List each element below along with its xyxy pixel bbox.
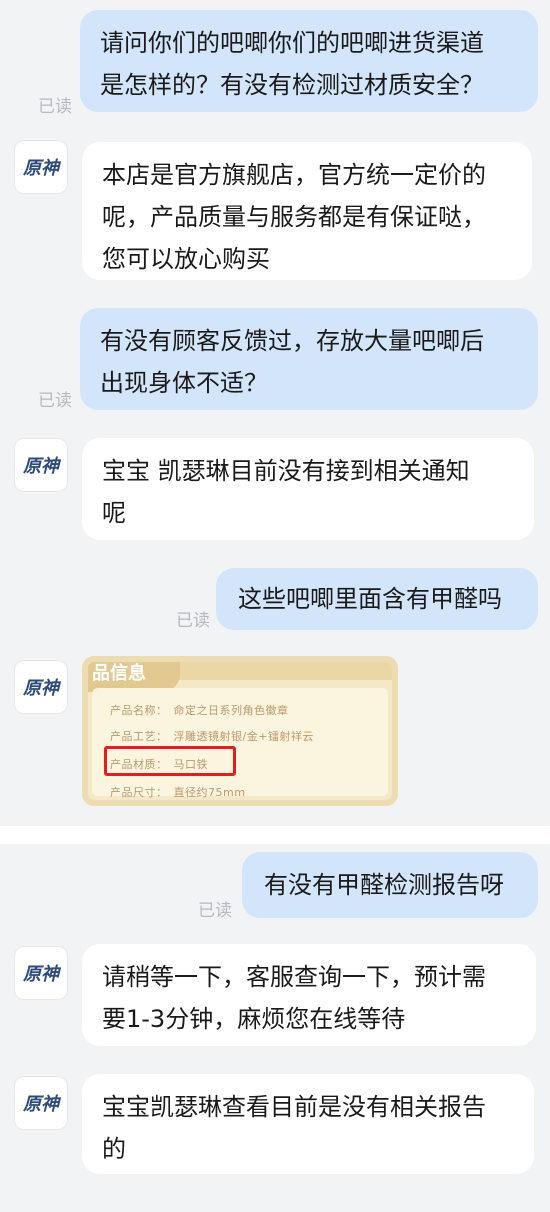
message-bubble[interactable]: 有没有顾客反馈过，存放大量吧唧后 出现身体不适？ <box>80 308 538 410</box>
read-receipt: 已读 <box>198 901 232 921</box>
product-row: 产品工艺： 浮雕透镜射银/金+镭射祥云 <box>110 728 314 744</box>
message-line: 有没有甲醛检测报告呀 <box>264 871 504 899</box>
message-line: 您可以放心购买 <box>102 245 270 273</box>
read-receipt: 已读 <box>176 611 210 631</box>
highlight-box <box>104 746 236 776</box>
product-row-key: 产品名称： <box>110 704 168 717</box>
svg-text:原神: 原神 <box>22 1094 62 1115</box>
outgoing-message[interactable]: 有没有顾客反馈过，存放大量吧唧后 出现身体不适？ <box>80 308 538 410</box>
message-line: 出现身体不适？ <box>100 369 268 397</box>
message-bubble[interactable]: 宝宝 凯瑟琳目前没有接到相关通知 呢 <box>82 438 534 540</box>
avatar[interactable]: 原神 <box>14 140 68 194</box>
product-row-value: 直径约75mm <box>173 786 246 799</box>
product-info-image[interactable]: 品信息 产品名称： 命定之日系列角色徽章 产品工艺： 浮雕透镜射银/金+镭射祥云 产… <box>82 656 398 806</box>
product-row: 产品尺寸： 直径约75mm <box>110 784 245 800</box>
message-line: 有没有顾客反馈过，存放大量吧唧后 <box>100 327 484 355</box>
product-row-value: 命定之日系列角色徽章 <box>173 704 289 717</box>
svg-text:原神: 原神 <box>22 678 62 699</box>
genshin-logo-icon: 原神 <box>22 456 62 477</box>
message-line: 请稍等一下，客服查询一下，预计需 <box>102 963 486 991</box>
message-bubble[interactable]: 宝宝凯瑟琳查看目前是没有相关报告 的 <box>82 1074 534 1174</box>
read-receipt: 已读 <box>38 391 72 411</box>
message-bubble[interactable]: 有没有甲醛检测报告呀 <box>242 852 538 918</box>
svg-text:原神: 原神 <box>22 964 62 985</box>
incoming-message[interactable]: 本店是官方旗舰店，官方统一定价的 呢，产品质量与服务都是有保证哒， 您可以放心购… <box>82 142 532 280</box>
incoming-message[interactable]: 宝宝 凯瑟琳目前没有接到相关通知 呢 <box>82 438 534 540</box>
outgoing-message[interactable]: 有没有甲醛检测报告呀 <box>242 852 538 918</box>
chat-window[interactable]: 请问你们的吧唧你们的吧唧进货渠道 是怎样的？有没有检测过材质安全？ 已读 原神 … <box>0 0 550 1212</box>
product-row: 产品名称： 命定之日系列角色徽章 <box>110 702 289 718</box>
outgoing-message[interactable]: 这些吧唧里面含有甲醛吗 <box>216 568 538 630</box>
divider <box>0 826 550 844</box>
message-bubble[interactable]: 请问你们的吧唧你们的吧唧进货渠道 是怎样的？有没有检测过材质安全？ <box>80 10 538 112</box>
read-receipt: 已读 <box>38 97 72 117</box>
message-line: 宝宝 凯瑟琳目前没有接到相关通知 <box>102 457 470 485</box>
incoming-message[interactable]: 请稍等一下，客服查询一下，预计需 要1-3分钟，麻烦您在线等待 <box>82 944 536 1046</box>
product-card-body: 产品名称： 命定之日系列角色徽章 产品工艺： 浮雕透镜射银/金+镭射祥云 产品材质：… <box>92 688 388 799</box>
message-line: 请问你们的吧唧你们的吧唧进货渠道 <box>100 29 484 57</box>
product-row-key: 产品尺寸： <box>110 786 168 799</box>
message-line: 本店是官方旗舰店，官方统一定价的 <box>102 161 486 189</box>
message-line: 这些吧唧里面含有甲醛吗 <box>238 585 502 613</box>
genshin-logo-icon: 原神 <box>22 1094 62 1115</box>
avatar[interactable]: 原神 <box>14 946 68 1000</box>
message-bubble[interactable]: 这些吧唧里面含有甲醛吗 <box>216 568 538 630</box>
message-line: 呢，产品质量与服务都是有保证哒， <box>102 203 486 231</box>
message-line: 要1-3分钟，麻烦您在线等待 <box>102 1005 406 1033</box>
product-row-value: 浮雕透镜射银/金+镭射祥云 <box>173 730 314 743</box>
svg-text:原神: 原神 <box>22 456 62 477</box>
message-line: 是怎样的？有没有检测过材质安全？ <box>100 71 484 99</box>
avatar[interactable]: 原神 <box>14 1076 68 1130</box>
message-bubble[interactable]: 本店是官方旗舰店，官方统一定价的 呢，产品质量与服务都是有保证哒， 您可以放心购… <box>82 142 532 280</box>
message-line: 的 <box>102 1135 126 1163</box>
genshin-logo-icon: 原神 <box>22 964 62 985</box>
svg-text:原神: 原神 <box>22 158 62 179</box>
genshin-logo-icon: 原神 <box>22 678 62 699</box>
product-card-title: 品信息 <box>88 662 180 692</box>
incoming-message[interactable]: 宝宝凯瑟琳查看目前是没有相关报告 的 <box>82 1074 534 1174</box>
incoming-image-message[interactable]: 品信息 产品名称： 命定之日系列角色徽章 产品工艺： 浮雕透镜射银/金+镭射祥云 产… <box>82 656 398 806</box>
message-line: 呢 <box>102 499 126 527</box>
outgoing-message[interactable]: 请问你们的吧唧你们的吧唧进货渠道 是怎样的？有没有检测过材质安全？ <box>80 10 538 112</box>
avatar[interactable]: 原神 <box>14 660 68 714</box>
message-line: 宝宝凯瑟琳查看目前是没有相关报告 <box>102 1093 486 1121</box>
product-row-key: 产品工艺： <box>110 730 168 743</box>
avatar[interactable]: 原神 <box>14 438 68 492</box>
message-bubble[interactable]: 请稍等一下，客服查询一下，预计需 要1-3分钟，麻烦您在线等待 <box>82 944 536 1046</box>
genshin-logo-icon: 原神 <box>22 158 62 179</box>
